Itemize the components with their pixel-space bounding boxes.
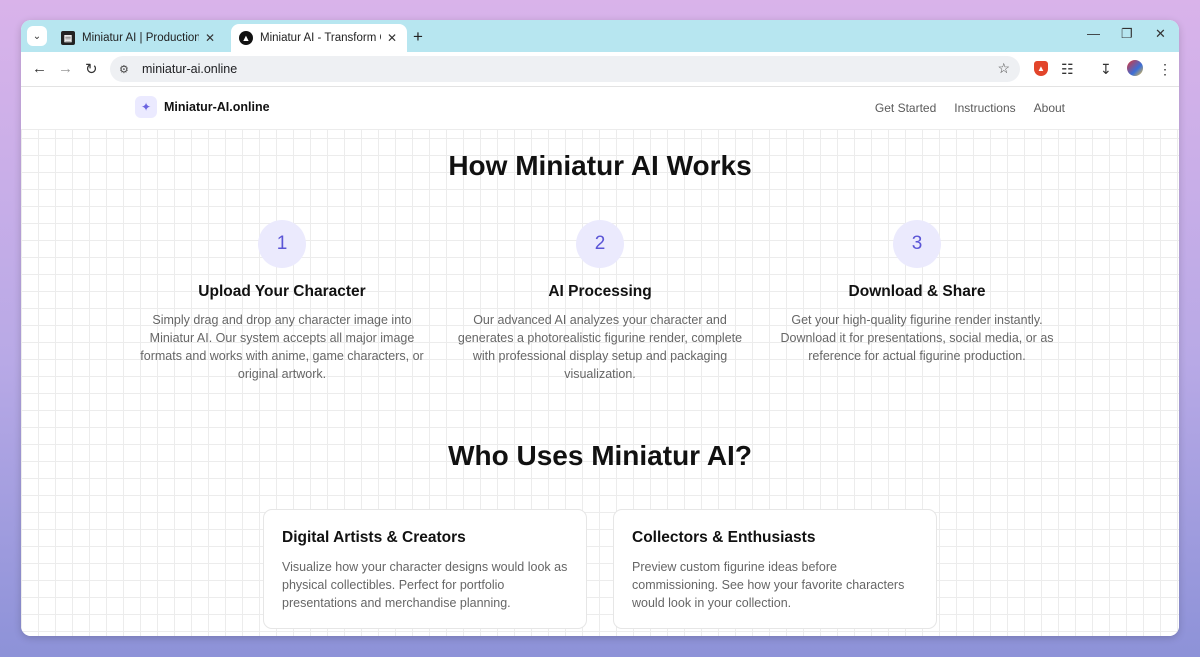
card-title: Collectors & Enthusiasts <box>632 529 816 546</box>
step-number: 1 <box>258 220 306 268</box>
nav-about[interactable]: About <box>1034 101 1065 115</box>
site-nav: Get Started Instructions About <box>875 101 1065 115</box>
extensions-icon[interactable]: ☷ <box>1061 61 1074 78</box>
how-heading: How Miniatur AI Works <box>448 150 752 181</box>
audience-card-collectors: Collectors & Enthusiasts Preview custom … <box>613 509 937 629</box>
close-icon[interactable]: ✕ <box>203 31 217 45</box>
step-description: Our advanced AI analyzes your character … <box>457 313 743 381</box>
who-heading: Who Uses Miniatur AI? <box>448 440 752 471</box>
url-text: miniatur-ai.online <box>142 62 238 76</box>
tab-strip: ⌄ ▤ Miniatur AI | Production | Sanity ✕ … <box>21 20 1179 52</box>
nav-instructions[interactable]: Instructions <box>954 101 1015 115</box>
step-title: Download & Share <box>848 283 986 300</box>
step-description: Simply drag and drop any character image… <box>140 313 424 381</box>
step-number: 3 <box>893 220 941 268</box>
tab-miniatur[interactable]: ▲ Miniatur AI - Transform Charact ✕ <box>231 24 407 52</box>
brave-shield-icon[interactable]: ▲ <box>1034 61 1048 76</box>
card-title: Digital Artists & Creators <box>282 529 466 546</box>
step-processing: 2 AI Processing Our advanced AI analyzes… <box>440 220 760 383</box>
chevron-down-icon: ⌄ <box>32 30 42 42</box>
tab-search-button[interactable]: ⌄ <box>27 26 47 46</box>
step-download: 3 Download & Share Get your high-quality… <box>757 220 1077 365</box>
tab-title: Miniatur AI - Transform Charact <box>260 32 381 44</box>
triangle-favicon-icon: ▲ <box>239 31 253 45</box>
window-close-icon[interactable]: ✕ <box>1155 26 1166 42</box>
tab-title: Miniatur AI | Production | Sanity <box>82 32 199 44</box>
step-title: AI Processing <box>548 283 652 300</box>
site-header: ✦ Miniatur-AI.online Get Started Instruc… <box>21 87 1179 130</box>
nav-get-started[interactable]: Get Started <box>875 101 936 115</box>
card-description: Visualize how your character designs wou… <box>282 560 568 610</box>
address-bar[interactable]: ⚙ miniatur-ai.online ☆ <box>110 56 1020 82</box>
step-title: Upload Your Character <box>198 283 366 300</box>
browser-toolbar: ← → ↻ ⚙ miniatur-ai.online ☆ ▲ ☷ ↧ ⋮ <box>21 52 1179 87</box>
download-icon[interactable]: ↧ <box>1100 61 1112 78</box>
sanity-favicon-icon: ▤ <box>61 31 75 45</box>
profile-avatar-icon[interactable] <box>1127 60 1143 76</box>
forward-icon[interactable]: → <box>58 60 73 77</box>
magic-wand-icon: ✦ <box>135 96 157 118</box>
back-icon[interactable]: ← <box>32 60 47 77</box>
minimize-icon[interactable]: — <box>1087 26 1100 41</box>
reload-icon[interactable]: ↻ <box>85 60 98 78</box>
step-number: 2 <box>576 220 624 268</box>
close-icon[interactable]: ✕ <box>385 31 399 45</box>
brand-name: Miniatur-AI.online <box>164 100 270 114</box>
restore-icon[interactable]: ❐ <box>1121 26 1133 42</box>
page-content: ✦ Miniatur-AI.online Get Started Instruc… <box>21 87 1179 636</box>
step-description: Get your high-quality figurine render in… <box>780 313 1054 363</box>
audience-card-artists: Digital Artists & Creators Visualize how… <box>263 509 587 629</box>
step-upload: 1 Upload Your Character Simply drag and … <box>122 220 442 383</box>
bookmark-star-icon[interactable]: ☆ <box>997 60 1010 77</box>
site-settings-icon[interactable]: ⚙ <box>119 63 133 76</box>
new-tab-button[interactable]: + <box>413 27 423 47</box>
tab-sanity[interactable]: ▤ Miniatur AI | Production | Sanity ✕ <box>53 24 225 52</box>
menu-kebab-icon[interactable]: ⋮ <box>1158 61 1172 78</box>
brand[interactable]: ✦ Miniatur-AI.online <box>135 96 270 118</box>
browser-window: ⌄ ▤ Miniatur AI | Production | Sanity ✕ … <box>21 20 1179 636</box>
card-description: Preview custom figurine ideas before com… <box>632 560 905 610</box>
